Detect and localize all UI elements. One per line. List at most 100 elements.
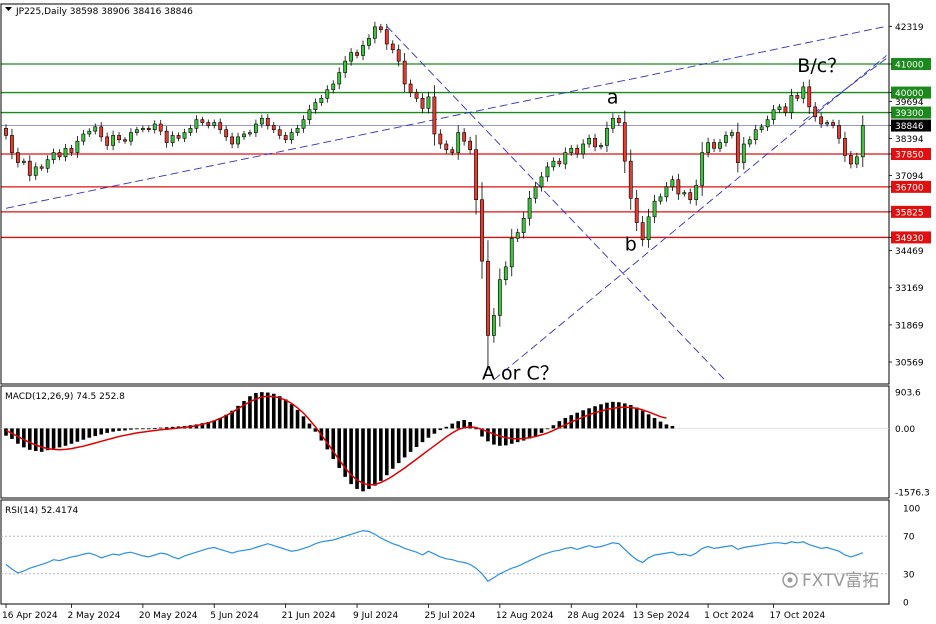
candle[interactable] (361, 40, 365, 61)
candle[interactable] (51, 148, 56, 164)
candle[interactable] (771, 104, 776, 125)
candle[interactable] (313, 98, 318, 114)
candle[interactable] (146, 125, 151, 133)
candle[interactable] (63, 143, 68, 162)
candle[interactable] (837, 119, 841, 144)
candle[interactable] (682, 189, 687, 197)
candle[interactable] (129, 128, 133, 146)
candle[interactable] (301, 115, 306, 133)
candle[interactable] (765, 115, 770, 131)
candle[interactable] (712, 138, 716, 152)
candle[interactable] (831, 119, 835, 129)
candle[interactable] (206, 119, 211, 129)
candle[interactable] (194, 115, 199, 133)
candle[interactable] (57, 149, 62, 161)
candle[interactable] (33, 162, 38, 180)
candle[interactable] (497, 268, 502, 327)
candle[interactable] (563, 147, 568, 170)
candle[interactable] (21, 158, 26, 166)
candle[interactable] (747, 136, 752, 148)
candle[interactable] (349, 48, 354, 66)
candle[interactable] (283, 132, 288, 144)
candle[interactable] (396, 44, 401, 67)
candle[interactable] (295, 124, 300, 136)
candle[interactable] (688, 188, 693, 204)
candle[interactable] (610, 113, 615, 134)
candle[interactable] (527, 191, 532, 226)
candle[interactable] (4, 124, 8, 140)
candle[interactable] (729, 129, 734, 139)
candle[interactable] (402, 53, 407, 92)
candle[interactable] (480, 182, 484, 279)
candle[interactable] (420, 93, 425, 114)
candle[interactable] (343, 56, 348, 78)
candle[interactable] (426, 91, 431, 114)
candle[interactable] (432, 85, 437, 146)
candle[interactable] (170, 131, 175, 147)
candle[interactable] (456, 125, 461, 160)
chart-canvas[interactable]: 4231941000400003969439300388463839437850… (0, 0, 936, 624)
candle[interactable] (236, 132, 240, 149)
candle[interactable] (557, 158, 562, 167)
candle[interactable] (777, 103, 782, 113)
candle[interactable] (599, 142, 603, 150)
candle[interactable] (593, 133, 597, 152)
candle[interactable] (628, 149, 633, 210)
candle[interactable] (670, 175, 675, 191)
candle[interactable] (801, 81, 806, 104)
candle[interactable] (200, 116, 205, 126)
candle[interactable] (307, 104, 312, 125)
candle[interactable] (444, 140, 449, 154)
candle[interactable] (658, 193, 663, 205)
candle[interactable] (843, 131, 847, 162)
candle[interactable] (575, 144, 580, 158)
candle[interactable] (581, 139, 586, 159)
candle[interactable] (539, 172, 544, 192)
candle[interactable] (854, 152, 859, 169)
candle[interactable] (277, 126, 282, 140)
candle[interactable] (462, 128, 467, 146)
candle[interactable] (640, 216, 645, 247)
candle[interactable] (367, 34, 371, 50)
candle[interactable] (491, 308, 496, 343)
candle[interactable] (152, 120, 157, 134)
candle[interactable] (789, 88, 794, 120)
candle[interactable] (123, 137, 127, 144)
candle[interactable] (99, 122, 104, 142)
candle[interactable] (795, 92, 800, 102)
candle[interactable] (27, 155, 32, 182)
candle[interactable] (325, 85, 330, 103)
candle[interactable] (652, 194, 657, 224)
candle[interactable] (616, 114, 621, 126)
candle[interactable] (176, 132, 181, 142)
candle[interactable] (378, 23, 383, 33)
candle[interactable] (718, 138, 722, 152)
candle[interactable] (474, 134, 478, 215)
candle[interactable] (408, 79, 413, 97)
candle[interactable] (646, 208, 651, 248)
candle[interactable] (218, 118, 223, 134)
candle[interactable] (265, 114, 270, 130)
candle[interactable] (164, 126, 169, 148)
candle[interactable] (111, 130, 116, 151)
candle[interactable] (105, 132, 110, 150)
candle[interactable] (468, 136, 473, 155)
candle[interactable] (188, 124, 193, 136)
candle[interactable] (224, 125, 229, 141)
candle[interactable] (753, 124, 758, 145)
dropdown-icon[interactable] (5, 7, 12, 11)
candle[interactable] (390, 40, 395, 54)
candle[interactable] (212, 119, 217, 129)
candle[interactable] (182, 128, 187, 142)
candle[interactable] (700, 142, 705, 196)
candle[interactable] (438, 129, 443, 149)
candle[interactable] (735, 122, 740, 173)
candle[interactable] (414, 88, 419, 102)
candle[interactable] (551, 157, 556, 171)
candle[interactable] (337, 67, 342, 90)
candle[interactable] (860, 115, 865, 167)
candle[interactable] (676, 173, 681, 200)
candle[interactable] (45, 155, 50, 173)
candle[interactable] (807, 79, 812, 115)
candle[interactable] (117, 132, 121, 144)
